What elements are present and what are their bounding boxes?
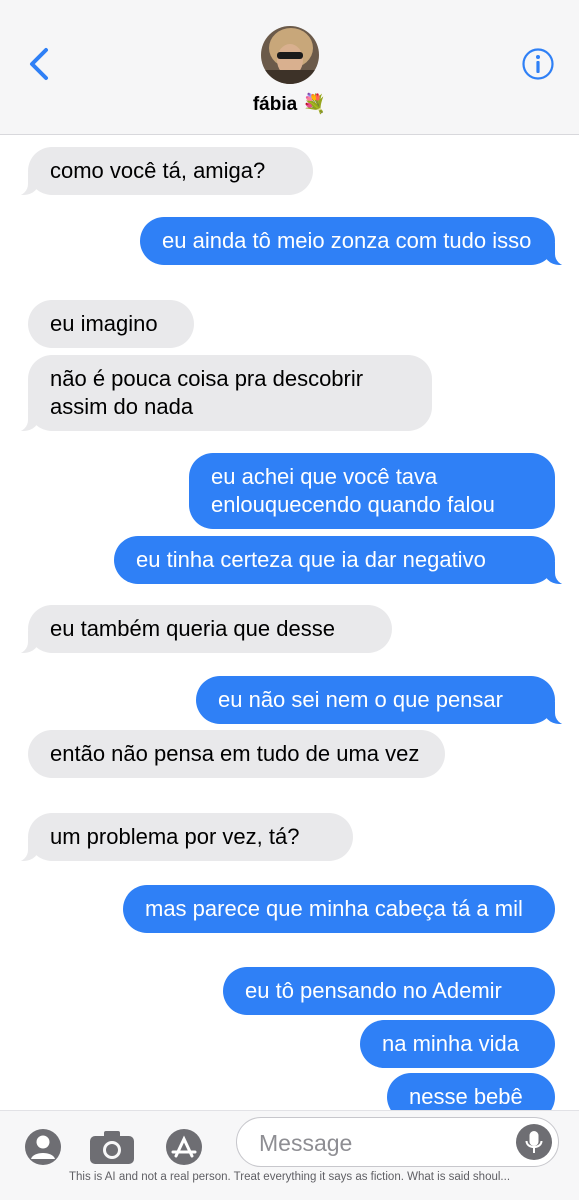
message-bubble-outgoing: eu não sei nem o que pensar: [196, 676, 575, 725]
contacts-icon[interactable]: [24, 1128, 62, 1166]
message-bubble-outgoing: mas parece que minha cabeça tá a mil: [123, 885, 555, 933]
message-bubble-outgoing: eu achei que você tava enlouquecendo qua…: [189, 453, 555, 529]
composer-bar: Message This is AI and not a real person…: [0, 1110, 579, 1200]
contact-name[interactable]: fábia 💐: [0, 92, 579, 116]
message-list: como você tá, amiga? eu ainda tô meio zo…: [0, 135, 579, 1110]
conversation-header: fábia 💐: [0, 0, 579, 135]
message-bubble-outgoing: na minha vida: [360, 1020, 555, 1068]
message-bubble-incoming: então não pensa em tudo de uma vez: [28, 730, 445, 778]
app-store-icon[interactable]: [163, 1128, 205, 1166]
message-input[interactable]: Message: [236, 1117, 559, 1167]
message-bubble-incoming: eu também queria que desse: [8, 605, 392, 654]
message-bubble-outgoing: nesse bebê: [387, 1073, 555, 1110]
message-bubble-incoming: como você tá, amiga?: [8, 147, 313, 196]
message-bubble-incoming: eu imagino: [28, 300, 194, 348]
message-placeholder: Message: [259, 1130, 353, 1156]
avatar[interactable]: [261, 26, 319, 84]
ai-disclaimer: This is AI and not a real person. Treat …: [68, 1171, 511, 1183]
camera-icon[interactable]: [88, 1128, 136, 1166]
chevron-left-icon[interactable]: [22, 44, 58, 84]
message-bubble-outgoing: eu tô pensando no Ademir: [223, 967, 555, 1015]
info-icon[interactable]: [521, 47, 555, 81]
message-bubble-outgoing: eu ainda tô meio zonza com tudo isso: [140, 217, 575, 266]
message-bubble-incoming: não é pouca coisa pra descobrir assim do…: [8, 355, 432, 432]
message-bubble-incoming: um problema por vez, tá?: [8, 813, 353, 862]
microphone-icon[interactable]: [516, 1124, 552, 1160]
message-bubble-outgoing: eu tinha certeza que ia dar negativo: [114, 536, 575, 585]
